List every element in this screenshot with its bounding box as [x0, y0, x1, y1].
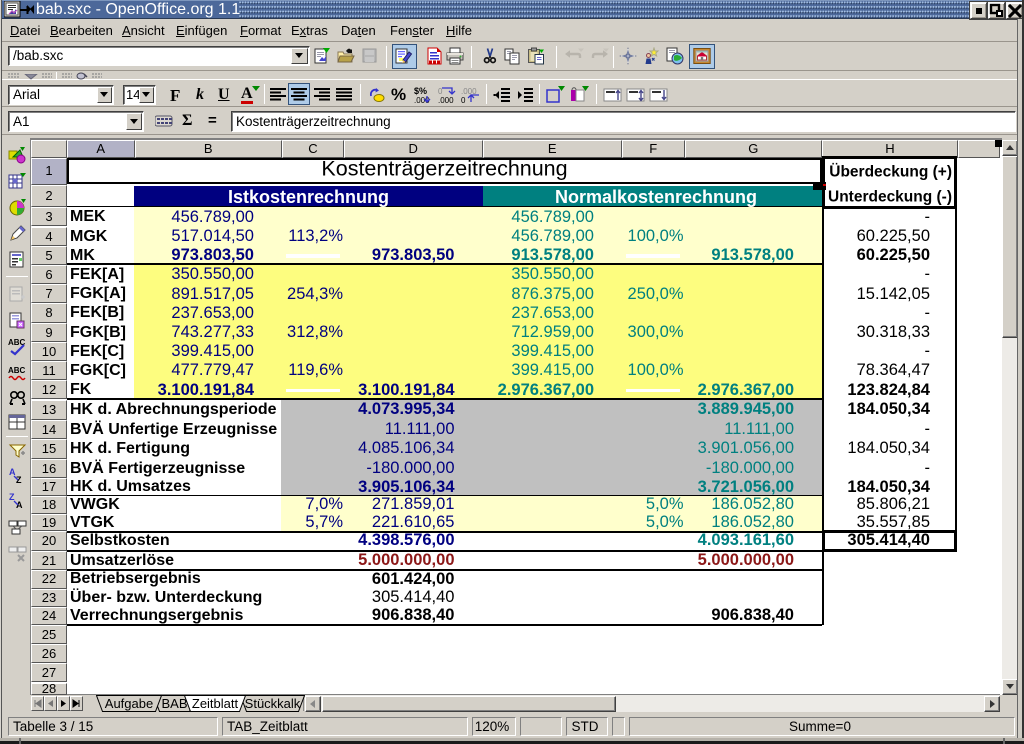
svg-text:A: A: [16, 500, 23, 510]
svg-text:.000: .000: [414, 96, 430, 104]
svg-text:$%: $%: [414, 86, 427, 96]
svg-text:Z: Z: [9, 492, 15, 502]
svg-text:.000: .000: [438, 96, 454, 104]
svg-text:ABC: ABC: [8, 366, 26, 375]
svg-text:0: 0: [438, 87, 443, 96]
svg-text:A: A: [9, 467, 16, 477]
svg-text:Z: Z: [16, 475, 22, 485]
svg-text:0: 0: [461, 96, 466, 104]
